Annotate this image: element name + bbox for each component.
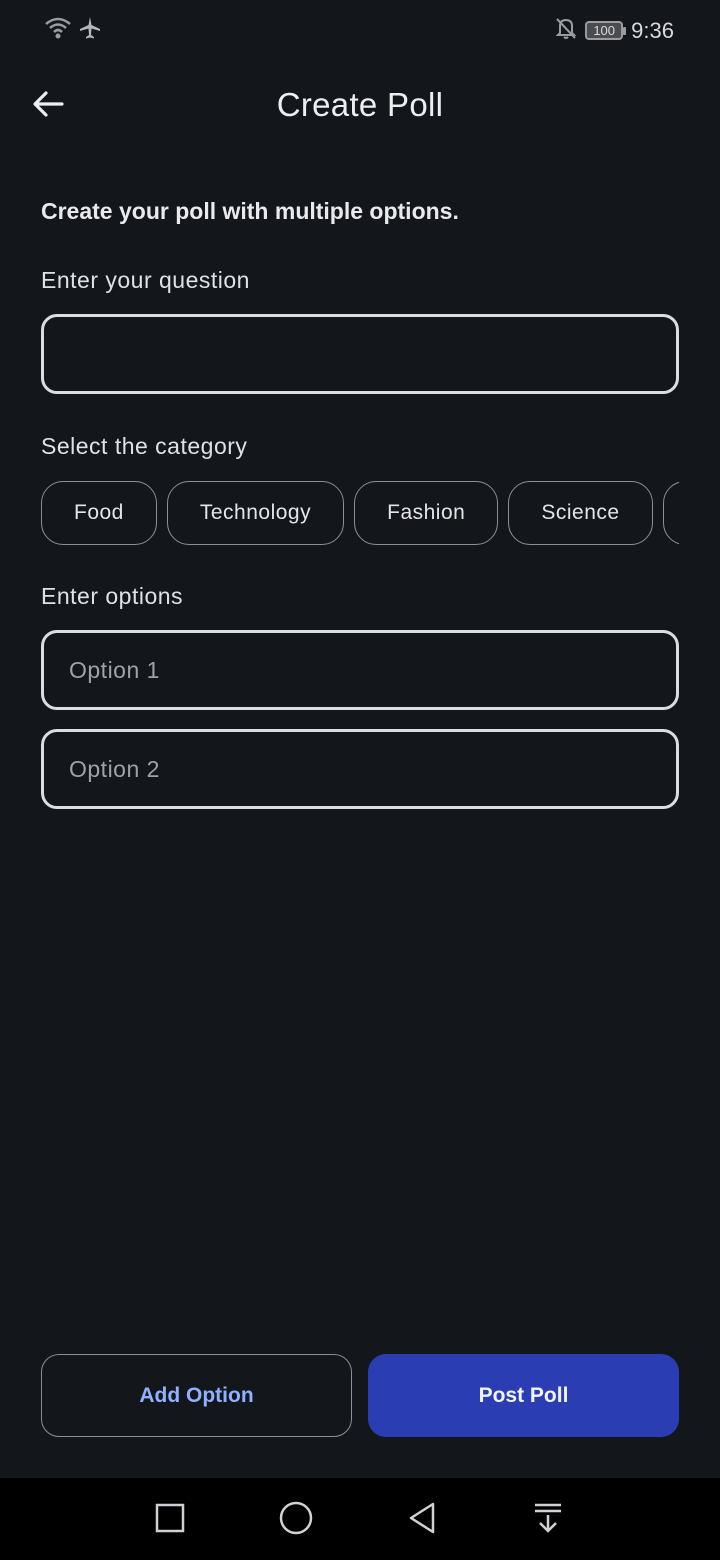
category-chip-science[interactable]: Science xyxy=(508,481,653,545)
wifi-icon xyxy=(44,16,72,45)
question-input[interactable] xyxy=(69,340,676,368)
page-subtitle: Create your poll with multiple options. xyxy=(41,198,459,224)
question-field[interactable] xyxy=(41,314,679,394)
back-nav-button[interactable] xyxy=(400,1498,444,1542)
category-chip-partial[interactable] xyxy=(662,481,679,545)
airplane-mode-icon xyxy=(78,16,102,45)
app-header: Create Poll xyxy=(0,70,720,142)
triangle-back-icon xyxy=(406,1501,438,1540)
option-2-input[interactable] xyxy=(69,755,676,783)
status-icons-right: 100 9:36 xyxy=(555,16,674,45)
circle-icon xyxy=(278,1500,314,1541)
category-label: Select the category xyxy=(41,433,248,459)
option-1-input[interactable] xyxy=(69,656,676,684)
square-icon xyxy=(154,1502,186,1539)
status-bar: 100 9:36 xyxy=(0,0,720,60)
notification-pull-button[interactable] xyxy=(526,1498,570,1542)
page-title: Create Poll xyxy=(276,86,444,123)
status-time: 9:36 xyxy=(631,17,674,43)
category-chip-food[interactable]: Food xyxy=(41,481,157,545)
options-label: Enter options xyxy=(41,583,184,609)
category-chip-fashion[interactable]: Fashion xyxy=(354,481,499,545)
category-chip-technology[interactable]: Technology xyxy=(166,481,345,545)
option-field-2[interactable] xyxy=(41,729,679,809)
question-label: Enter your question xyxy=(41,267,250,293)
add-option-button[interactable]: Add Option xyxy=(41,1354,352,1437)
system-nav-bar xyxy=(0,1478,720,1560)
home-button[interactable] xyxy=(274,1498,318,1542)
download-tray-icon xyxy=(532,1501,564,1540)
option-field-1[interactable] xyxy=(41,630,679,710)
battery-icon: 100 xyxy=(585,21,627,40)
notifications-off-icon xyxy=(555,16,577,45)
status-icons-left xyxy=(44,16,102,45)
category-chip-list[interactable]: Food Technology Fashion Science xyxy=(41,481,679,545)
post-poll-button[interactable]: Post Poll xyxy=(368,1354,679,1437)
recent-apps-button[interactable] xyxy=(148,1498,192,1542)
